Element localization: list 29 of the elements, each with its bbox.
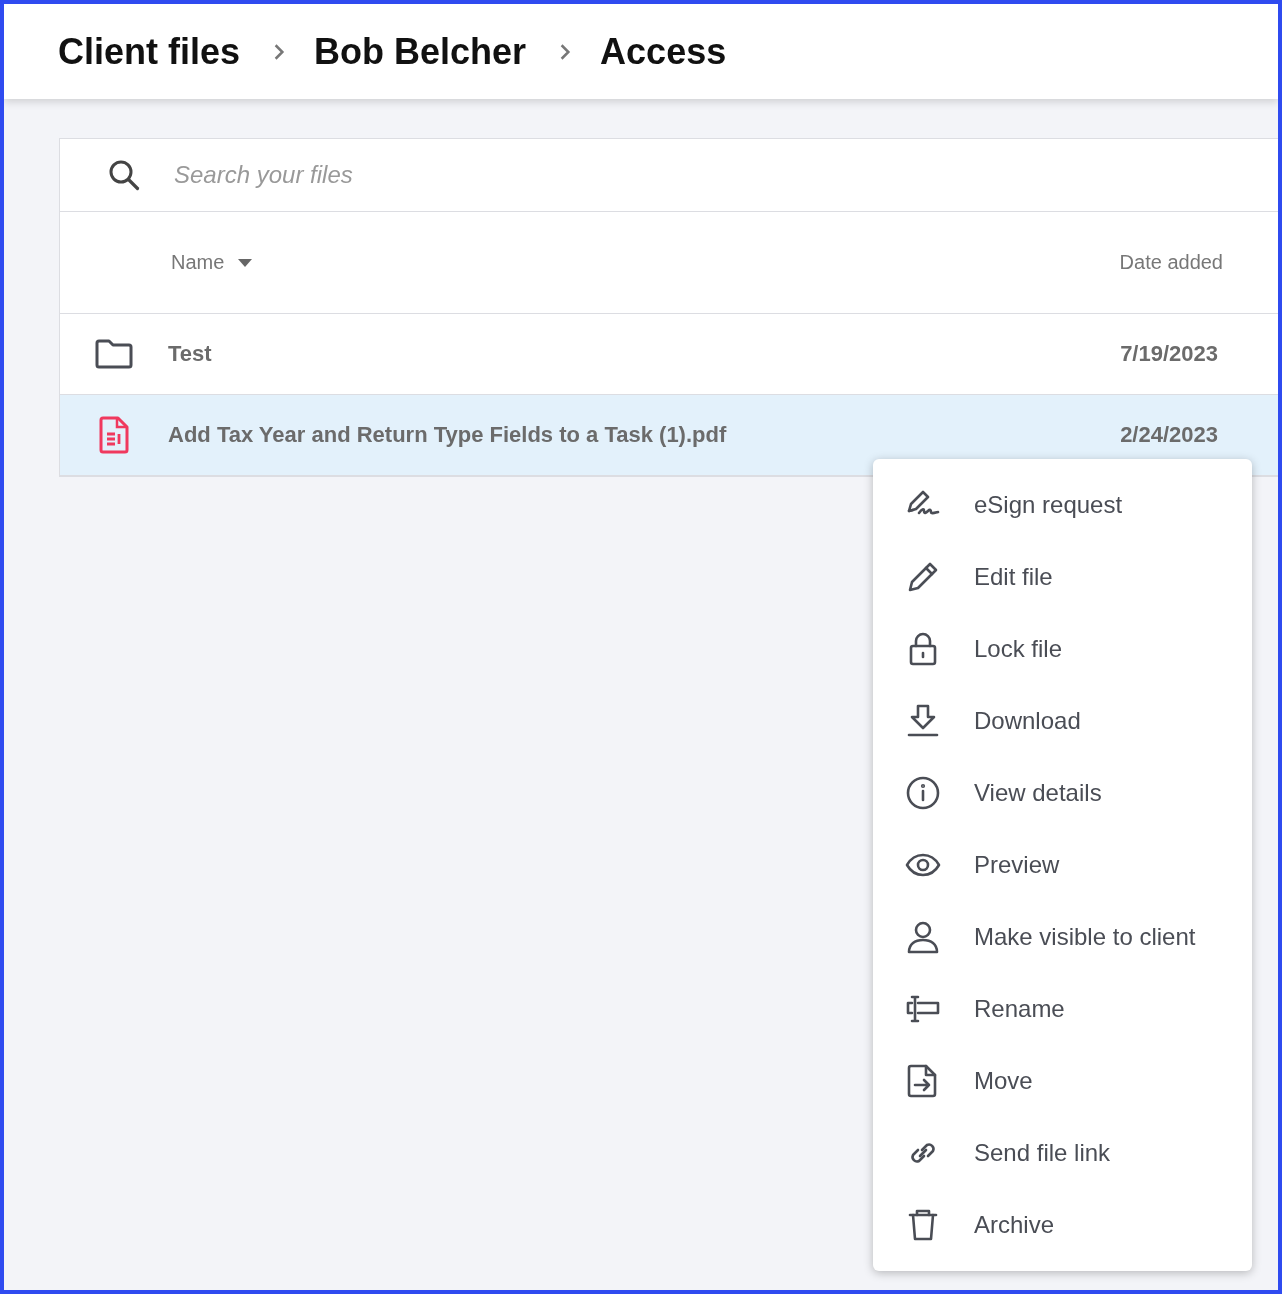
document-icon [99, 416, 129, 454]
date-column-header[interactable]: Date added [1119, 251, 1223, 274]
chevron-icon [558, 42, 573, 61]
menu-item[interactable]: Rename [873, 973, 1252, 1045]
search-icon [108, 159, 140, 191]
file-name: Add Tax Year and Return Type Fields to a Task (1).pdf [168, 422, 728, 448]
info-icon [905, 775, 941, 811]
menu-item[interactable]: Preview [873, 829, 1252, 901]
person-icon [905, 919, 941, 955]
name-column-header[interactable]: Name [171, 251, 253, 274]
search-field[interactable]: Search your files [172, 160, 1278, 190]
menu-item[interactable]: Download [873, 685, 1252, 757]
menu-item[interactable]: Make visible to client [873, 901, 1252, 973]
folder-icon [95, 339, 133, 369]
breadcrumb-link[interactable]: Client files [58, 30, 241, 73]
menu-item[interactable]: Archive [873, 1189, 1252, 1261]
chevron-icon [272, 42, 287, 61]
file-name: Test [168, 341, 213, 367]
breadcrumb-link[interactable]: Access [600, 30, 727, 73]
file-row[interactable]: Add Tax Year and Return Type Fields to a Task (1).pdf 2/24/2023 [60, 395, 1278, 476]
menu-item[interactable]: Lock file [873, 613, 1252, 685]
menu-item[interactable]: View details [873, 757, 1252, 829]
breadcrumb-link[interactable]: Bob Belcher [314, 30, 527, 73]
download-icon [905, 703, 941, 739]
menu-item[interactable]: Edit file [873, 541, 1252, 613]
menu-item[interactable]: Move [873, 1045, 1252, 1117]
menu-item[interactable]: Send file link [873, 1117, 1252, 1189]
date-added: 7/19/2023 [1120, 341, 1218, 367]
date-added: 2/24/2023 [1120, 422, 1218, 448]
